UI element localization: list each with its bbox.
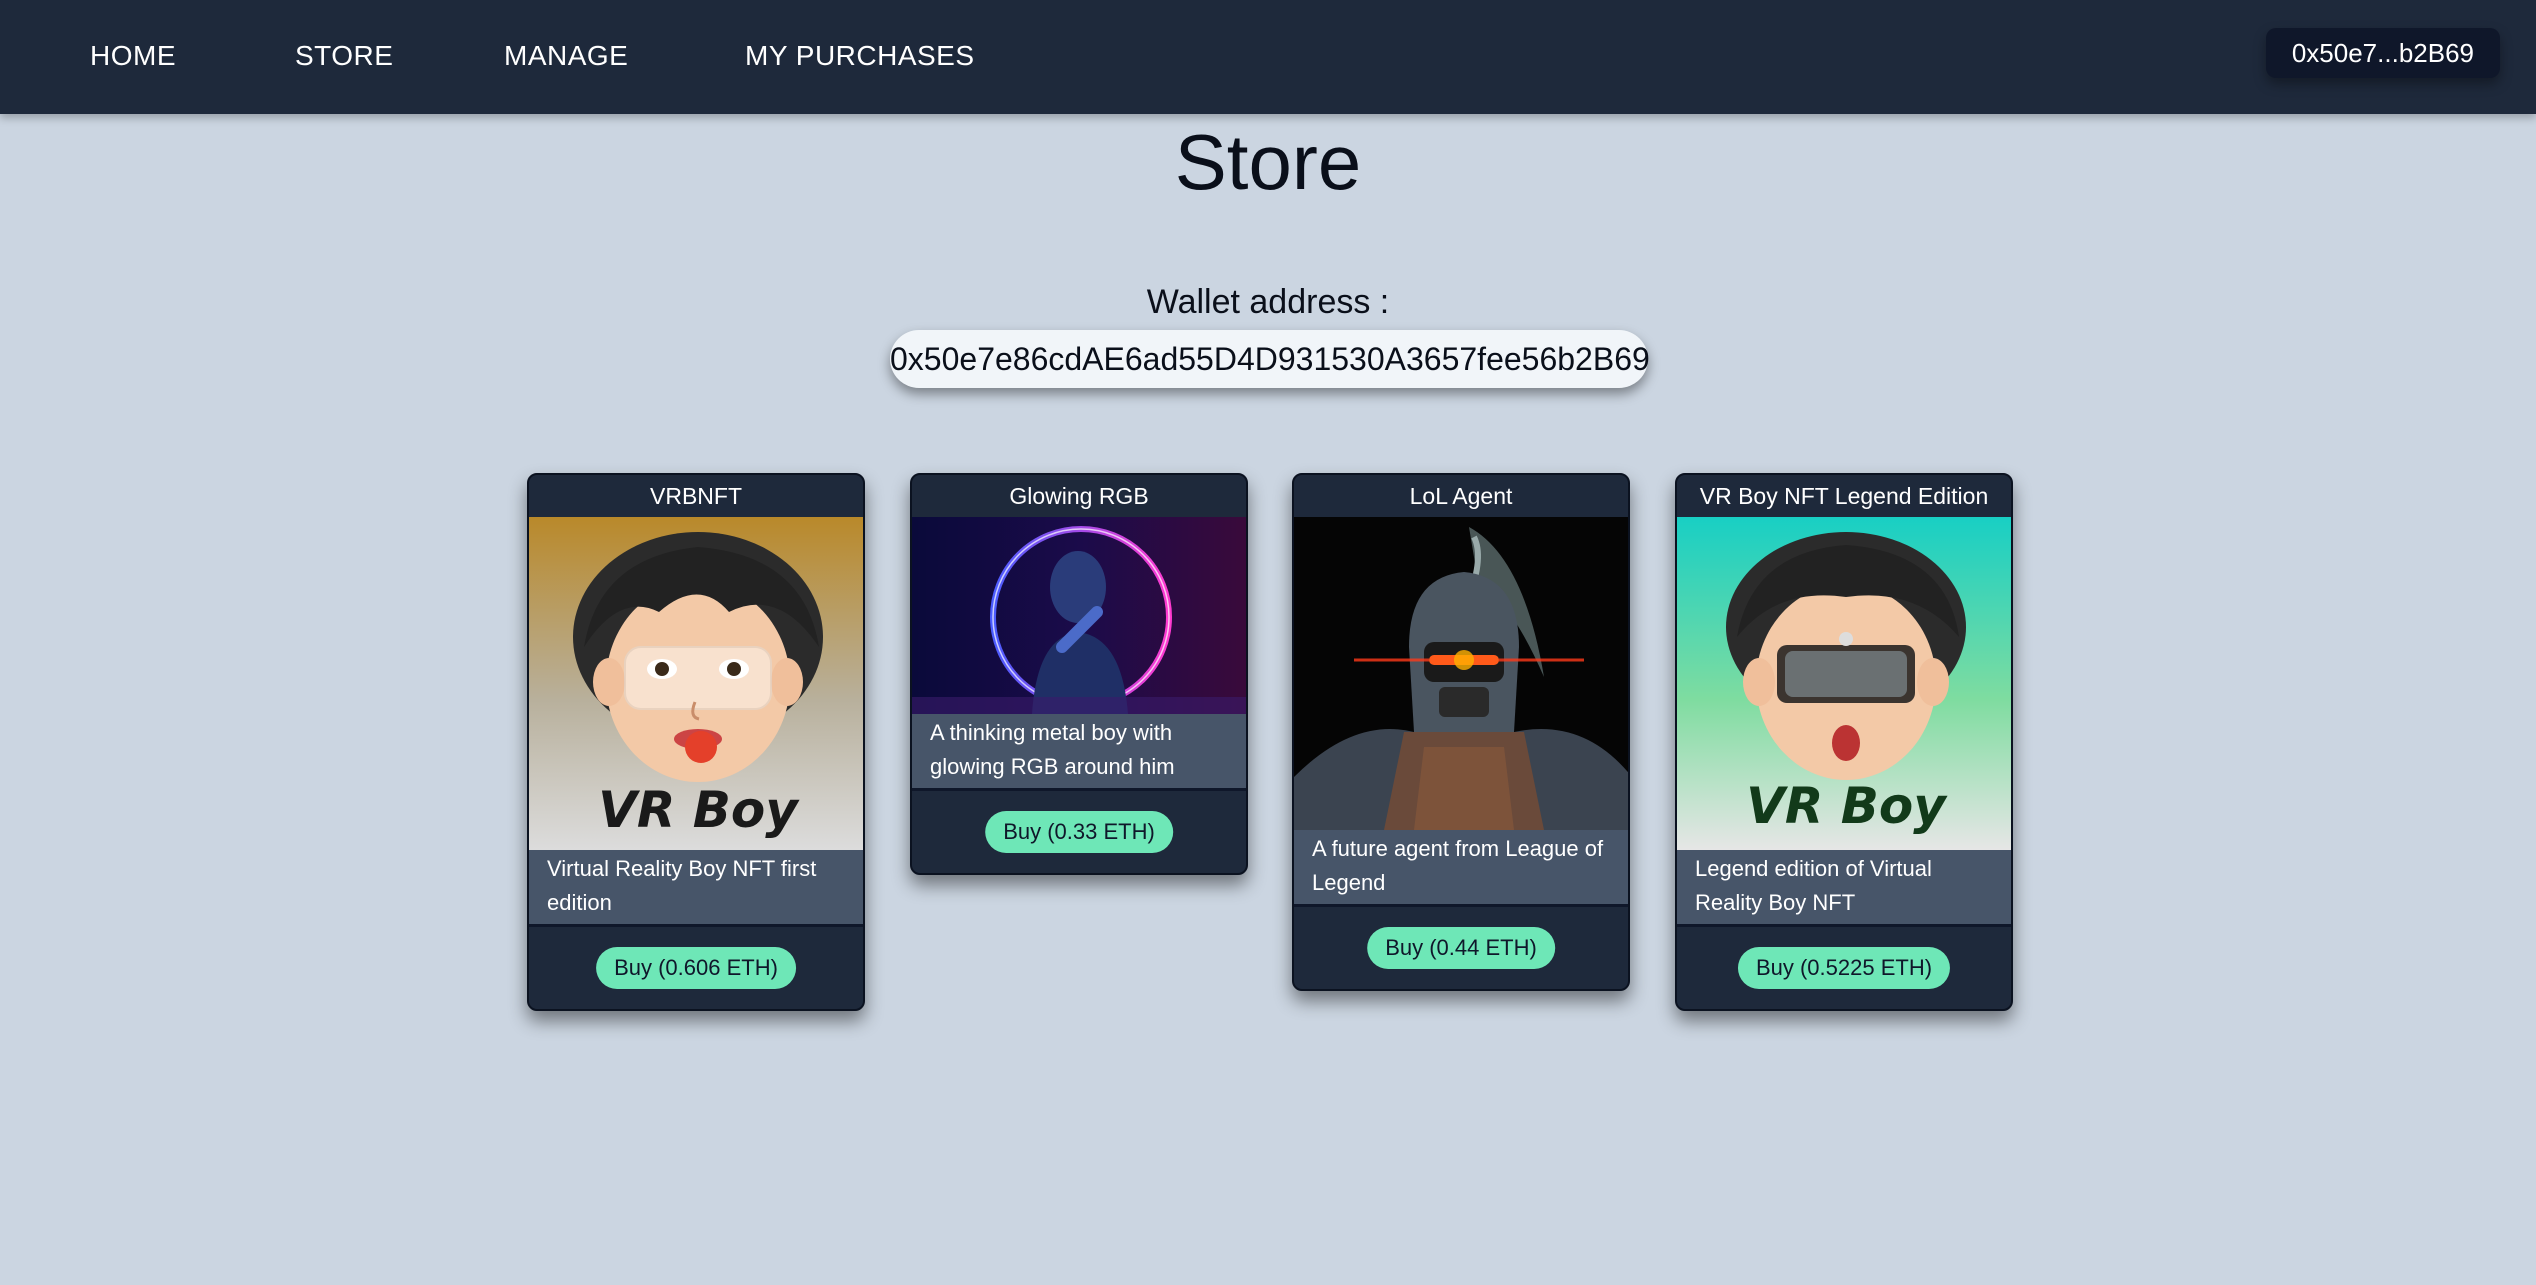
nft-card-footer: Buy (0.5225 ETH)	[1677, 927, 2011, 1009]
nft-image-lol-agent	[1294, 517, 1628, 830]
nft-card: Glowing RGB A thinking metal boy with gl…	[910, 473, 1248, 875]
buy-button[interactable]: Buy (0.606 ETH)	[596, 947, 796, 989]
lol-agent-illustration	[1294, 517, 1628, 830]
nav-store-link[interactable]: STORE	[295, 40, 393, 72]
nft-card: VRBNFT VR Boy Virtual Reality Boy NFT fi…	[527, 473, 865, 1011]
vr-boy-illustration: VR Boy	[529, 517, 863, 850]
nft-card-description: A thinking metal boy with glowing RGB ar…	[912, 714, 1246, 791]
glowing-rgb-illustration	[912, 517, 1246, 714]
nft-card-footer: Buy (0.606 ETH)	[529, 927, 863, 1009]
nft-card-description: A future agent from League of Legend	[1294, 830, 1628, 907]
vr-boy-legend-illustration: VR Boy	[1677, 517, 2011, 850]
nft-card-description: Legend edition of Virtual Reality Boy NF…	[1677, 850, 2011, 927]
nft-card-title: VRBNFT	[650, 483, 742, 509]
wallet-address-button[interactable]: 0x50e7...b2B69	[2265, 28, 2500, 78]
nft-card-description: Virtual Reality Boy NFT first edition	[529, 850, 863, 927]
nav-manage-link[interactable]: MANAGE	[504, 40, 628, 72]
buy-button[interactable]: Buy (0.5225 ETH)	[1737, 947, 1951, 989]
nav-my-purchases-link[interactable]: MY PURCHASES	[745, 40, 975, 72]
nft-card-footer: Buy (0.33 ETH)	[912, 791, 1246, 873]
nav-home-link[interactable]: HOME	[90, 40, 176, 72]
page-title: Store	[1174, 118, 1362, 206]
top-navbar: HOME STORE MANAGE MY PURCHASES 0x50e7...…	[0, 0, 2536, 114]
nft-image-vr-boy: VR Boy	[529, 517, 863, 850]
nft-image-vr-boy-legend: VR Boy	[1677, 517, 2011, 850]
buy-button[interactable]: Buy (0.44 ETH)	[1367, 927, 1555, 969]
nft-card: VR Boy NFT Legend Edition VR Boy Legend …	[1675, 473, 2013, 1011]
nft-image-glowing-rgb	[912, 517, 1246, 714]
nft-card-footer: Buy (0.44 ETH)	[1294, 907, 1628, 989]
nft-card-title: VR Boy NFT Legend Edition	[1699, 483, 1989, 509]
vr-boy-logo-text: VR Boy	[598, 781, 800, 839]
wallet-address-label: Wallet address :	[1146, 283, 1390, 321]
vr-boy-legend-logo-text: VR Boy	[1746, 777, 1948, 835]
nft-card-title: Glowing RGB	[1009, 483, 1149, 509]
wallet-address-display: 0x50e7e86cdAE6ad55D4D931530A3657fee56b2B…	[890, 330, 1650, 388]
buy-button[interactable]: Buy (0.33 ETH)	[985, 811, 1173, 853]
nft-card: LoL Agent A future agent from League of …	[1292, 473, 1630, 991]
nft-card-title: LoL Agent	[1409, 483, 1513, 509]
